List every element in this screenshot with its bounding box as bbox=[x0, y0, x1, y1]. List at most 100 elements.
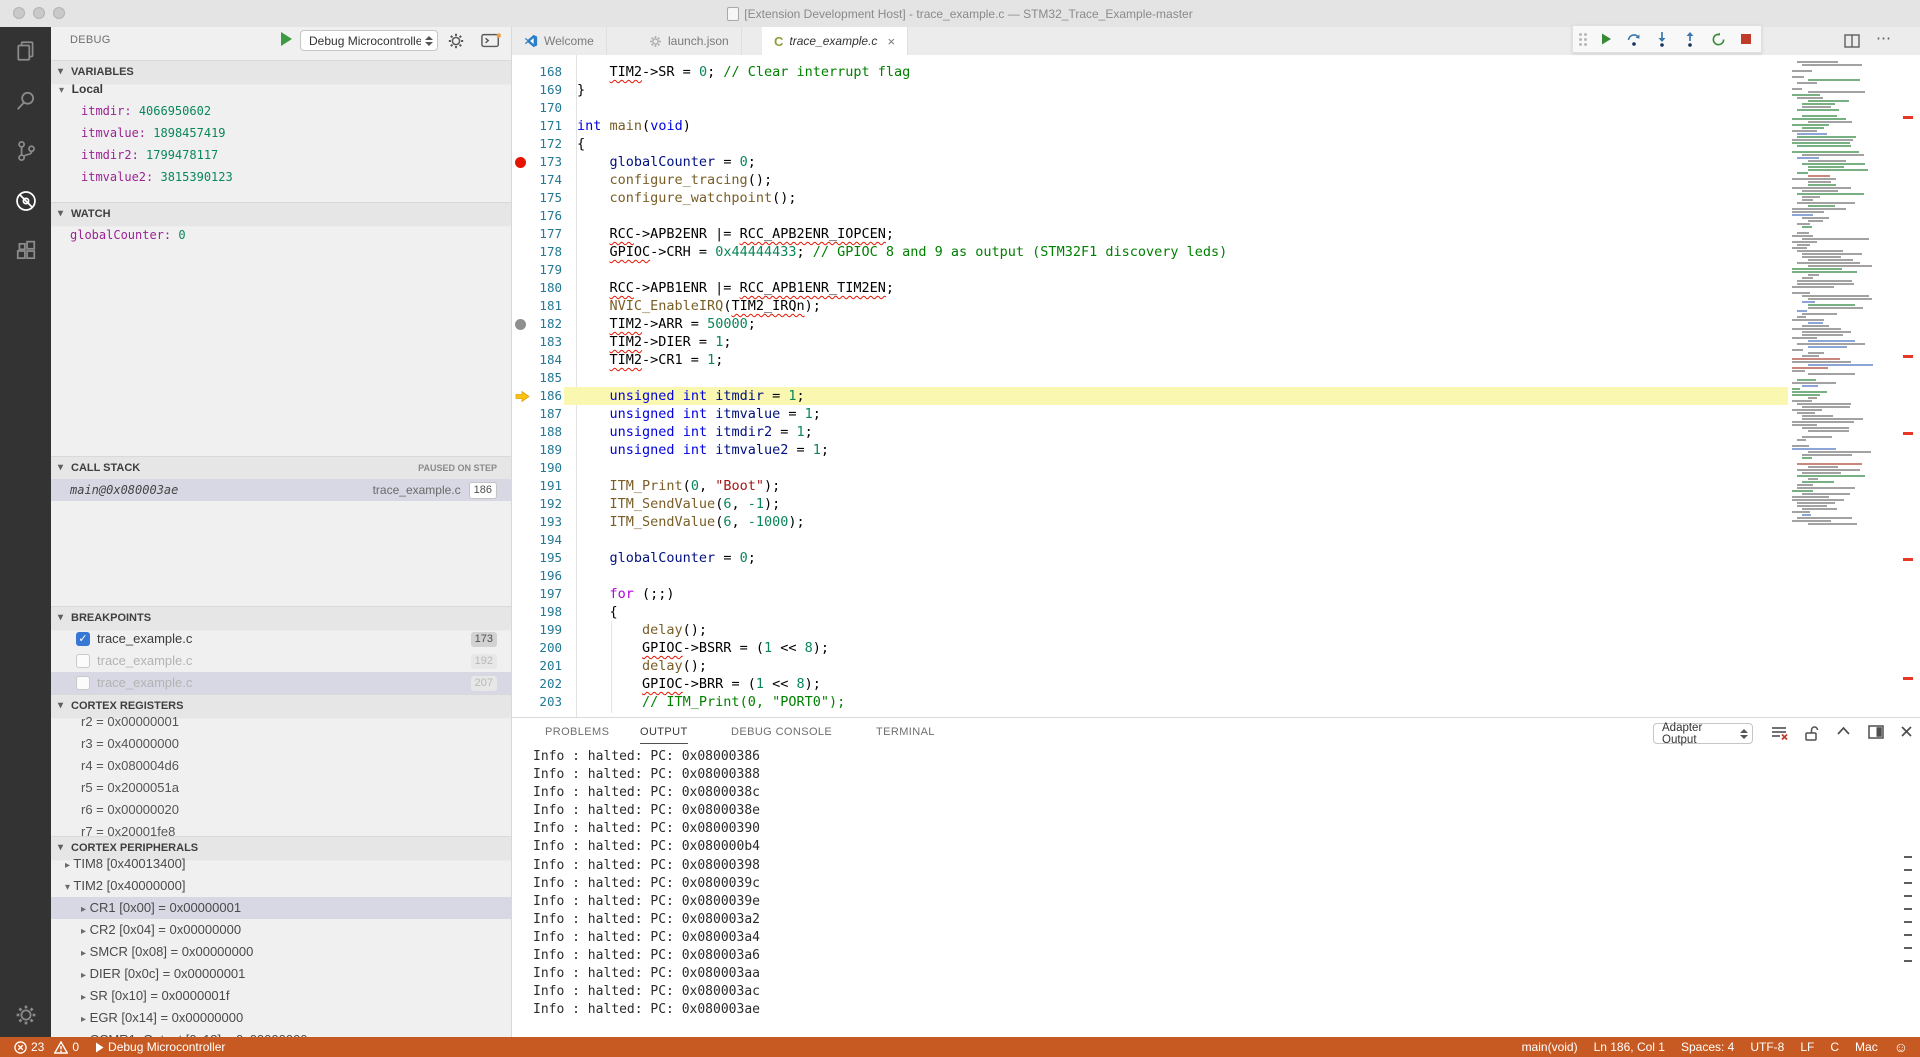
breakpoint-gutter[interactable] bbox=[515, 192, 529, 204]
peripheral-row[interactable]: ▸ CR2 [0x04] = 0x00000000 bbox=[51, 919, 512, 941]
symbol-status[interactable]: main(void) bbox=[1514, 1037, 1586, 1057]
current-line-arrow-icon[interactable] bbox=[515, 390, 529, 402]
debug-status[interactable]: Debug Microcontroller bbox=[87, 1037, 233, 1057]
tab-launch-json[interactable]: launch.json bbox=[637, 27, 742, 55]
language-mode[interactable]: C bbox=[1822, 1037, 1847, 1057]
breakpoint-gutter[interactable] bbox=[515, 660, 529, 672]
extensions-icon[interactable] bbox=[0, 229, 51, 273]
peripheral-row[interactable]: ▸ SR [0x10] = 0x0000001f bbox=[51, 985, 512, 1007]
code-line-171[interactable]: 171int main(void) bbox=[512, 117, 1920, 135]
toolbar-drag-handle-icon[interactable] bbox=[1579, 33, 1587, 46]
breakpoint-gutter[interactable] bbox=[515, 318, 529, 330]
peripheral-row[interactable]: ▸ TIM8 [0x40013400] bbox=[51, 853, 512, 875]
breakpoint-checkbox[interactable] bbox=[76, 654, 90, 668]
breakpoint-row[interactable]: trace_example.c207 bbox=[51, 672, 511, 694]
breakpoint-gutter[interactable] bbox=[515, 462, 529, 474]
panel-tab-terminal[interactable]: TERMINAL bbox=[876, 726, 935, 738]
code-line-172[interactable]: 172{ bbox=[512, 135, 1920, 153]
close-window-button[interactable] bbox=[13, 7, 25, 19]
peripheral-row[interactable]: ▸ CR1 [0x00] = 0x00000001 bbox=[51, 897, 512, 919]
breakpoint-gutter[interactable] bbox=[515, 570, 529, 582]
code-line-198[interactable]: 198 { bbox=[512, 603, 1920, 621]
code-line-203[interactable]: 203 // ITM_Print(0, "PORT0"); bbox=[512, 693, 1920, 711]
code-line-202[interactable]: 202 GPIOC->BRR = (1 << 8); bbox=[512, 675, 1920, 693]
breakpoint-gutter[interactable] bbox=[515, 588, 529, 600]
breakpoint-gutter[interactable] bbox=[515, 498, 529, 510]
code-line-200[interactable]: 200 GPIOC->BSRR = (1 << 8); bbox=[512, 639, 1920, 657]
step-into-icon[interactable] bbox=[1653, 30, 1671, 48]
panel-tab-debug-console[interactable]: DEBUG CONSOLE bbox=[731, 726, 832, 738]
breakpoint-gutter[interactable] bbox=[515, 606, 529, 618]
code-line-201[interactable]: 201 delay(); bbox=[512, 657, 1920, 675]
breakpoint-gutter[interactable] bbox=[515, 120, 529, 132]
call-stack-frame[interactable]: main@0x080003aetrace_example.c186 bbox=[51, 479, 511, 501]
register-row[interactable]: r5 = 0x2000051a bbox=[51, 777, 512, 799]
clear-output-icon[interactable] bbox=[1770, 725, 1788, 741]
code-line-186[interactable]: 186 unsigned int itmdir = 1; bbox=[512, 387, 1920, 405]
close-icon[interactable]: × bbox=[887, 34, 895, 49]
peripheral-row[interactable]: ▸ SMCR [0x08] = 0x00000000 bbox=[51, 941, 512, 963]
breakpoint-gutter[interactable] bbox=[515, 696, 529, 708]
code-line-174[interactable]: 174 configure_tracing(); bbox=[512, 171, 1920, 189]
breakpoint-gutter[interactable] bbox=[515, 372, 529, 384]
platform-status[interactable]: Mac bbox=[1847, 1037, 1886, 1057]
breakpoint-checkbox[interactable] bbox=[76, 676, 90, 690]
code-line-188[interactable]: 188 unsigned int itmdir2 = 1; bbox=[512, 423, 1920, 441]
code-line-168[interactable]: 168 TIM2->SR = 0; // Clear interrupt fla… bbox=[512, 63, 1920, 81]
debug-icon[interactable] bbox=[0, 179, 51, 223]
breakpoint-gutter[interactable] bbox=[515, 534, 529, 546]
problems-status[interactable]: 23 0 bbox=[0, 1037, 87, 1057]
breakpoints-section-header[interactable]: ▾ BREAKPOINTS bbox=[51, 606, 511, 629]
code-line-185[interactable]: 185 bbox=[512, 369, 1920, 387]
code-line-190[interactable]: 190 bbox=[512, 459, 1920, 477]
encoding[interactable]: UTF-8 bbox=[1742, 1037, 1792, 1057]
breakpoint-gutter[interactable] bbox=[515, 300, 529, 312]
code-line-169[interactable]: 169} bbox=[512, 81, 1920, 99]
variable-row[interactable]: itmvalue2: 3815390123 bbox=[51, 166, 512, 188]
breakpoint-gutter[interactable] bbox=[515, 246, 529, 258]
stop-icon[interactable] bbox=[1737, 30, 1755, 48]
tab-welcome[interactable]: Welcome bbox=[512, 27, 607, 55]
breakpoint-gutter[interactable] bbox=[515, 516, 529, 528]
code-line-184[interactable]: 184 TIM2->CR1 = 1; bbox=[512, 351, 1920, 369]
breakpoint-icon[interactable] bbox=[515, 157, 526, 168]
peripheral-row[interactable]: ▸ DIER [0x0c] = 0x00000001 bbox=[51, 963, 512, 985]
breakpoint-gutter[interactable] bbox=[515, 426, 529, 438]
register-row[interactable]: r3 = 0x40000000 bbox=[51, 733, 512, 755]
code-line-193[interactable]: 193 ITM_SendValue(6, -1000); bbox=[512, 513, 1920, 531]
step-out-icon[interactable] bbox=[1681, 30, 1699, 48]
debug-config-dropdown[interactable]: Debug Microcontroller bbox=[300, 30, 438, 51]
breakpoint-gutter[interactable] bbox=[515, 138, 529, 150]
panel-layout-icon[interactable] bbox=[1868, 725, 1884, 739]
code-line-199[interactable]: 199 delay(); bbox=[512, 621, 1920, 639]
breakpoint-gutter[interactable] bbox=[515, 210, 529, 222]
breakpoint-gutter[interactable] bbox=[515, 84, 529, 96]
code-line-183[interactable]: 183 TIM2->DIER = 1; bbox=[512, 333, 1920, 351]
code-line-176[interactable]: 176 bbox=[512, 207, 1920, 225]
panel-tab-problems[interactable]: PROBLEMS bbox=[545, 726, 609, 738]
source-control-icon[interactable] bbox=[0, 129, 51, 173]
code-line-195[interactable]: 195 globalCounter = 0; bbox=[512, 549, 1920, 567]
step-over-icon[interactable] bbox=[1625, 30, 1643, 48]
unlock-scroll-icon[interactable] bbox=[1804, 725, 1819, 742]
breakpoint-row[interactable]: trace_example.c192 bbox=[51, 650, 511, 672]
variable-row[interactable]: itmdir: 4066950602 bbox=[51, 100, 512, 122]
debug-console-icon[interactable] bbox=[481, 32, 501, 50]
eol-selector[interactable]: LF bbox=[1792, 1037, 1822, 1057]
close-panel-icon[interactable] bbox=[1900, 725, 1913, 738]
code-line-178[interactable]: 178 GPIOC->CRH = 0x44444433; // GPIOC 8 … bbox=[512, 243, 1920, 261]
code-line-175[interactable]: 175 configure_watchpoint(); bbox=[512, 189, 1920, 207]
variable-row[interactable]: itmvalue: 1898457419 bbox=[51, 122, 512, 144]
code-line-192[interactable]: 192 ITM_SendValue(6, -1); bbox=[512, 495, 1920, 513]
register-row[interactable]: r6 = 0x00000020 bbox=[51, 799, 512, 821]
code-line-191[interactable]: 191 ITM_Print(0, "Boot"); bbox=[512, 477, 1920, 495]
peripheral-row[interactable]: ▾ TIM2 [0x40000000] bbox=[51, 875, 512, 897]
code-line-179[interactable]: 179 bbox=[512, 261, 1920, 279]
variables-scope-local[interactable]: ▾ Local bbox=[51, 78, 511, 100]
maximize-panel-icon[interactable] bbox=[1836, 725, 1851, 737]
explorer-icon[interactable] bbox=[0, 29, 51, 73]
search-icon[interactable] bbox=[0, 79, 51, 123]
breakpoint-gutter[interactable] bbox=[515, 552, 529, 564]
breakpoint-gutter[interactable] bbox=[515, 354, 529, 366]
feedback-smiley-icon[interactable]: ☺ bbox=[1886, 1037, 1920, 1057]
